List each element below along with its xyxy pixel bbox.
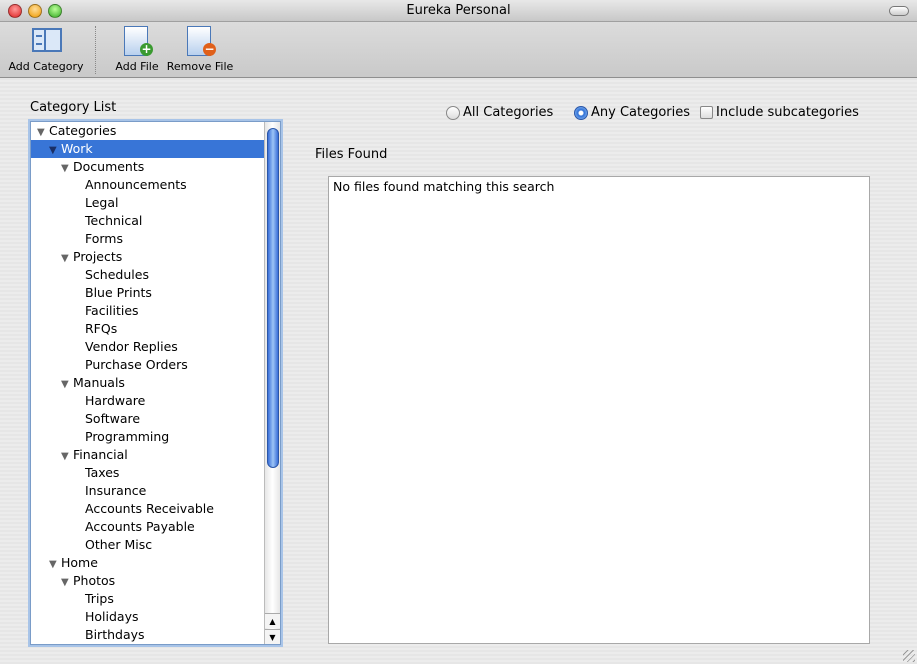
- tree-item[interactable]: ▼ Photos: [31, 572, 280, 590]
- tree-item[interactable]: Forms: [31, 230, 280, 248]
- tree-item-label: Work: [61, 141, 93, 156]
- scroll-down-arrow[interactable]: ▼: [265, 629, 280, 644]
- any-categories-radio[interactable]: Any Categories: [574, 105, 690, 120]
- all-categories-radio[interactable]: All Categories: [446, 105, 553, 120]
- tree-item[interactable]: Hardware: [31, 392, 280, 410]
- all-categories-label: All Categories: [463, 105, 554, 120]
- tree-item[interactable]: Birthdays: [31, 626, 280, 644]
- files-list[interactable]: No files found matching this search: [328, 176, 870, 644]
- toolbar-toggle-button[interactable]: [889, 6, 909, 16]
- tree-item-label: Facilities: [85, 303, 139, 318]
- tree-item[interactable]: ▼ Financial: [31, 446, 280, 464]
- add-file-label: Add File: [115, 60, 159, 73]
- minimize-button[interactable]: [28, 4, 42, 18]
- tree-item[interactable]: RFQs: [31, 320, 280, 338]
- tree-item[interactable]: ▼ Documents: [31, 158, 280, 176]
- tree-item-label: Trips: [85, 591, 114, 606]
- tree-item-label: Categories: [49, 123, 117, 138]
- tree-item-label: Legal: [85, 195, 119, 210]
- tree-item[interactable]: Purchase Orders: [31, 356, 280, 374]
- checkbox[interactable]: [700, 106, 713, 119]
- include-subcategories-checkbox[interactable]: Include subcategories: [700, 105, 859, 120]
- window-title: Eureka Personal: [406, 3, 511, 18]
- radio-button-selected[interactable]: [574, 105, 588, 120]
- tree-item[interactable]: Programming: [31, 428, 280, 446]
- tree-item-label: RFQs: [85, 321, 118, 336]
- tree-item[interactable]: Announcements: [31, 176, 280, 194]
- category-list-label: Category List: [30, 100, 117, 115]
- tree-item-label: Other Misc: [85, 537, 153, 552]
- tree-item-label: Home: [61, 555, 98, 570]
- tree-item-label: Documents: [73, 159, 145, 174]
- tree-item[interactable]: Legal: [31, 194, 280, 212]
- tree-item[interactable]: ▼ Home: [31, 554, 280, 572]
- add-category-button[interactable]: Add Category: [6, 26, 86, 73]
- tree-item-label: Financial: [73, 447, 128, 462]
- tree-item-label: Forms: [85, 231, 124, 246]
- tree-item-label: Software: [85, 411, 141, 426]
- tree-item-label: Projects: [73, 249, 123, 264]
- add-category-label: Add Category: [8, 60, 84, 73]
- resize-grip[interactable]: [903, 650, 915, 662]
- tree-item[interactable]: Trips: [31, 590, 280, 608]
- category-icon: [31, 26, 62, 56]
- tree-item[interactable]: ▼ Categories: [31, 122, 280, 140]
- remove-file-button[interactable]: − Remove File: [166, 26, 234, 73]
- tree-item[interactable]: Accounts Receivable: [31, 500, 280, 518]
- tree-item[interactable]: Holidays: [31, 608, 280, 626]
- tree-item-label: Birthdays: [85, 627, 145, 642]
- tree-scrollbar[interactable]: ▲ ▼: [264, 122, 280, 644]
- tree-item[interactable]: Insurance: [31, 482, 280, 500]
- tree-item-label: Technical: [85, 213, 143, 228]
- tree-item[interactable]: Technical: [31, 212, 280, 230]
- tree-item[interactable]: Software: [31, 410, 280, 428]
- add-file-button[interactable]: + Add File: [112, 26, 162, 73]
- tree-item[interactable]: ▼ Work: [31, 140, 280, 158]
- empty-message: No files found matching this search: [333, 179, 555, 194]
- add-file-icon: +: [122, 26, 153, 56]
- remove-file-icon: −: [185, 26, 216, 56]
- tree-item[interactable]: Schedules: [31, 266, 280, 284]
- tree-item[interactable]: Vendor Replies: [31, 338, 280, 356]
- zoom-button[interactable]: [48, 4, 62, 18]
- tree-item-label: Accounts Payable: [85, 519, 195, 534]
- remove-file-label: Remove File: [166, 60, 234, 73]
- tree-item-label: Programming: [85, 429, 170, 444]
- tree-item-label: Accounts Receivable: [85, 501, 214, 516]
- tree-item[interactable]: Taxes: [31, 464, 280, 482]
- tree-item-label: Hardware: [85, 393, 146, 408]
- title-bar: Eureka Personal: [0, 0, 917, 22]
- tree-item-label: Vendor Replies: [85, 339, 178, 354]
- toolbar-separator: [95, 26, 96, 74]
- toolbar: Add Category + Add File − Remove File: [0, 22, 917, 78]
- any-categories-label: Any Categories: [591, 105, 691, 120]
- tree-item-label: Manuals: [73, 375, 125, 390]
- tree-item-label: Blue Prints: [85, 285, 152, 300]
- radio-button[interactable]: [446, 105, 460, 120]
- tree-item[interactable]: ▼ Projects: [31, 248, 280, 266]
- scrollbar-thumb[interactable]: [267, 128, 279, 468]
- tree-item[interactable]: Other Misc: [31, 536, 280, 554]
- tree-item[interactable]: Facilities: [31, 302, 280, 320]
- tree-item-label: Photos: [73, 573, 116, 588]
- tree-item[interactable]: Blue Prints: [31, 284, 280, 302]
- files-found-label: Files Found: [315, 147, 388, 162]
- tree-item[interactable]: Accounts Payable: [31, 518, 280, 536]
- category-tree[interactable]: ▼ Categories ▼ Work ▼ Documents Announcements L…: [30, 121, 281, 645]
- scroll-up-arrow[interactable]: ▲: [265, 613, 280, 628]
- tree-item-label: Holidays: [85, 609, 139, 624]
- include-subcategories-label: Include subcategories: [716, 105, 859, 120]
- tree-item[interactable]: ▼ Manuals: [31, 374, 280, 392]
- tree-item-label: Taxes: [85, 465, 120, 480]
- close-button[interactable]: [8, 4, 22, 18]
- tree-item-label: Announcements: [85, 177, 187, 192]
- tree-item-label: Schedules: [85, 267, 149, 282]
- tree-item-label: Insurance: [85, 483, 147, 498]
- tree-item-label: Purchase Orders: [85, 357, 188, 372]
